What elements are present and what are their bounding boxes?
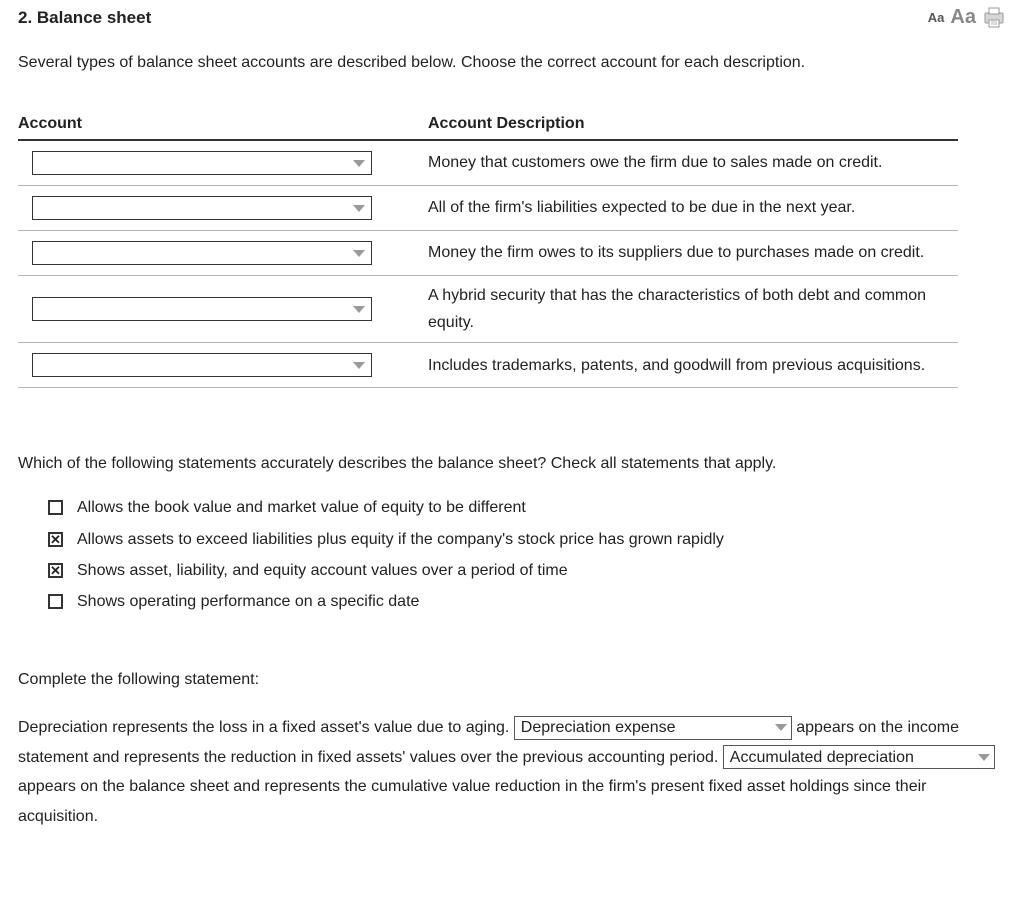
display-tools: Aa Aa: [928, 6, 1006, 29]
checkbox-input[interactable]: [48, 532, 63, 547]
description-cell: Includes trademarks, patents, and goodwi…: [428, 346, 958, 385]
account-select[interactable]: [32, 151, 372, 175]
table-row: Money the firm owes to its suppliers due…: [18, 231, 958, 276]
table-row: Money that customers owe the firm due to…: [18, 141, 958, 186]
accounts-table: Account Account Description Money that c…: [18, 109, 958, 388]
checkbox-question-prompt: Which of the following statements accura…: [18, 452, 1006, 476]
print-icon[interactable]: [982, 7, 1006, 29]
chevron-down-icon: [353, 205, 365, 212]
chevron-down-icon: [353, 362, 365, 369]
table-header-row: Account Account Description: [18, 109, 958, 141]
inline-select-accumulated-depreciation[interactable]: Accumulated depreciation: [723, 745, 995, 769]
table-row: All of the firm's liabilities expected t…: [18, 186, 958, 231]
checkbox-label: Allows the book value and market value o…: [77, 494, 526, 521]
table-row: Includes trademarks, patents, and goodwi…: [18, 343, 958, 388]
font-size-large-button[interactable]: Aa: [950, 6, 976, 29]
checkbox-label: Shows asset, liability, and equity accou…: [77, 557, 568, 584]
instructions-text: Several types of balance sheet accounts …: [18, 51, 1006, 75]
chevron-down-icon: [353, 306, 365, 313]
checkbox-option: Shows asset, liability, and equity accou…: [48, 557, 1006, 584]
description-cell: All of the firm's liabilities expected t…: [428, 188, 958, 227]
chevron-down-icon: [353, 250, 365, 257]
checkbox-input[interactable]: [48, 563, 63, 578]
completion-paragraph: Depreciation represents the loss in a fi…: [18, 713, 1006, 831]
table-row: A hybrid security that has the character…: [18, 276, 958, 343]
description-cell: A hybrid security that has the character…: [428, 276, 958, 342]
question-title: 2. Balance sheet: [18, 8, 151, 28]
checkbox-input[interactable]: [48, 594, 63, 609]
inline-select-depreciation-expense[interactable]: Depreciation expense: [514, 716, 792, 740]
account-select[interactable]: [32, 353, 372, 377]
paragraph-text: appears on the balance sheet and represe…: [18, 778, 926, 825]
checkbox-label: Shows operating performance on a specifi…: [77, 588, 419, 615]
question-header: 2. Balance sheet Aa Aa: [18, 6, 1006, 29]
checkbox-input[interactable]: [48, 500, 63, 515]
account-select[interactable]: [32, 241, 372, 265]
select-value: Depreciation expense: [521, 713, 676, 743]
checkbox-option: Allows assets to exceed liabilities plus…: [48, 526, 1006, 553]
description-cell: Money that customers owe the firm due to…: [428, 143, 958, 182]
font-size-small-button[interactable]: Aa: [928, 10, 945, 25]
paragraph-text: Depreciation represents the loss in a fi…: [18, 719, 514, 736]
checkbox-list: Allows the book value and market value o…: [48, 494, 1006, 615]
column-header-account: Account: [18, 109, 428, 139]
account-select[interactable]: [32, 297, 372, 321]
chevron-down-icon: [978, 754, 990, 761]
checkbox-label: Allows assets to exceed liabilities plus…: [77, 526, 724, 553]
column-header-description: Account Description: [428, 109, 958, 139]
chevron-down-icon: [353, 160, 365, 167]
checkbox-option: Allows the book value and market value o…: [48, 494, 1006, 521]
chevron-down-icon: [775, 724, 787, 731]
description-cell: Money the firm owes to its suppliers due…: [428, 233, 958, 272]
checkbox-option: Shows operating performance on a specifi…: [48, 588, 1006, 615]
completion-heading: Complete the following statement:: [18, 671, 1006, 689]
account-select[interactable]: [32, 196, 372, 220]
select-value: Accumulated depreciation: [730, 743, 914, 773]
